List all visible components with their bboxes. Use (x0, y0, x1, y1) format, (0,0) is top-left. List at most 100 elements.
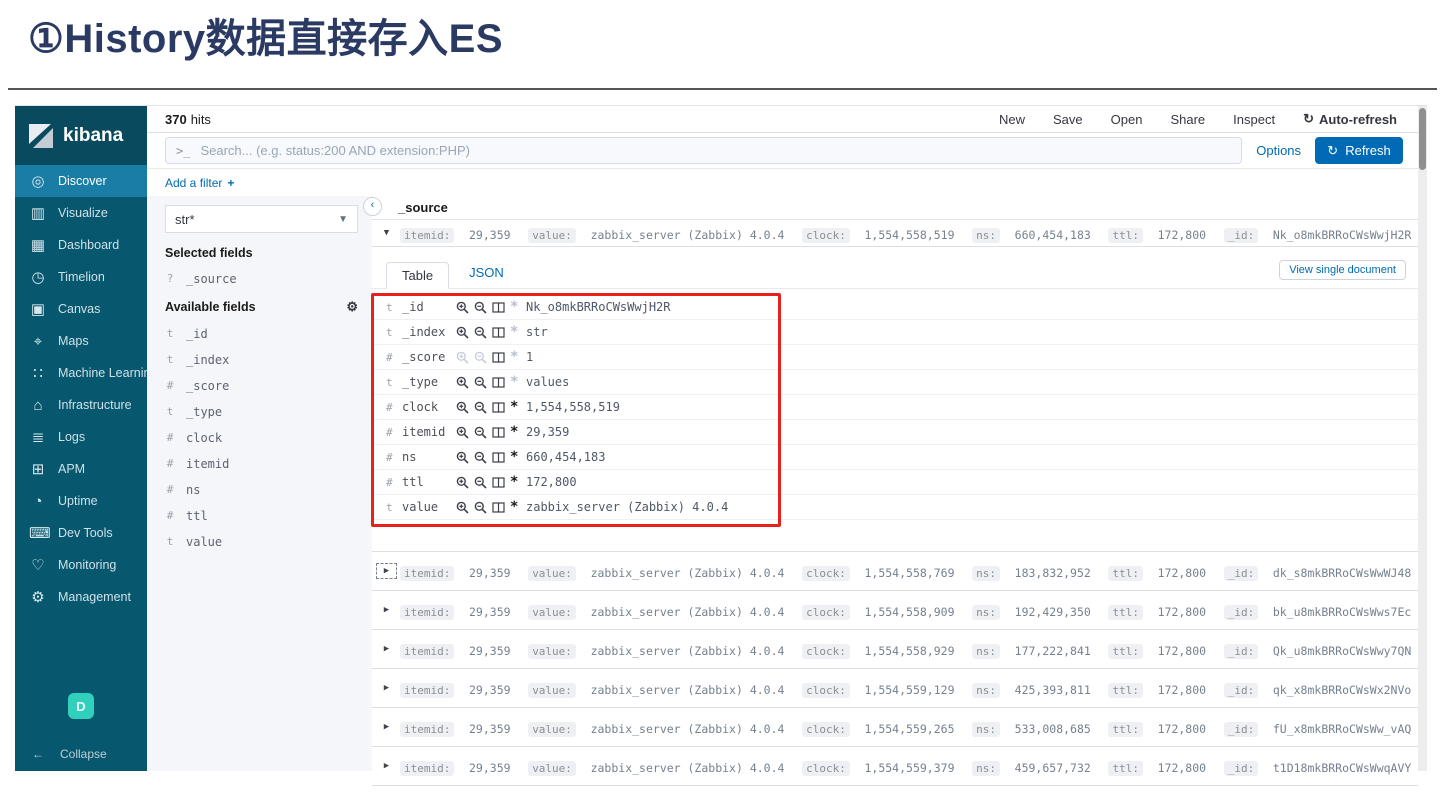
detail-field-name: ns (402, 450, 417, 464)
filter-exists-icon[interactable]: * (510, 475, 518, 489)
filter-for-value-icon[interactable] (456, 426, 469, 439)
index-pattern-select[interactable]: str* ▼ (165, 205, 358, 233)
sidebar-item-management[interactable]: ⚙ Management (15, 581, 147, 613)
toggle-column-icon[interactable] (492, 476, 505, 489)
filter-exists-icon[interactable]: * (510, 325, 518, 339)
dashboard-icon: ▦ (30, 236, 46, 254)
search-input[interactable]: >_ Search... (e.g. status:200 AND extens… (165, 137, 1243, 164)
sidebar-item-discover[interactable]: ◎ Discover (15, 165, 147, 197)
dev-tools-icon: ⌨ (29, 524, 51, 542)
sidebar-item-logs[interactable]: ≣ Logs (15, 421, 147, 453)
filter-out-value-icon[interactable] (474, 401, 487, 414)
toggle-column-icon[interactable] (492, 376, 505, 389)
expand-doc-icon[interactable]: ▶ (379, 722, 394, 732)
filter-for-value-icon[interactable] (456, 351, 469, 364)
field-ns[interactable]: # ns (165, 483, 358, 497)
sidebar-item-dev-tools[interactable]: ⌨ Dev Tools (15, 517, 147, 549)
doc-rows-list: ▶ itemid: 29,359 value: zabbix_server (Z… (372, 551, 1418, 786)
filter-exists-icon[interactable]: * (510, 350, 518, 364)
field-source[interactable]: ? _source (165, 272, 358, 286)
tab-json[interactable]: JSON (469, 265, 504, 288)
toggle-column-icon[interactable] (492, 301, 505, 314)
sidebar-item-canvas[interactable]: ▣ Canvas (15, 293, 147, 325)
sidebar-item-monitoring[interactable]: ♡ Monitoring (15, 549, 147, 581)
inspect-button[interactable]: Inspect (1233, 112, 1275, 127)
field-settings-gear-icon[interactable]: ⚙ (346, 299, 358, 315)
options-link[interactable]: Options (1256, 143, 1301, 158)
tab-table[interactable]: Table (386, 262, 450, 289)
filter-for-value-icon[interactable] (456, 326, 469, 339)
available-fields-list: t _id t _index # _score t _type # clock … (165, 327, 358, 549)
toggle-column-icon[interactable] (492, 351, 505, 364)
filter-for-value-icon[interactable] (456, 501, 469, 514)
filter-for-value-icon[interactable] (456, 476, 469, 489)
filter-for-value-icon[interactable] (456, 401, 469, 414)
expand-doc-icon[interactable]: ▶ (379, 761, 394, 771)
filter-exists-icon[interactable]: * (510, 425, 518, 439)
field-value-pair: value: zabbix_server (Zabbix) 4.0.4 (528, 640, 794, 659)
expand-doc-icon[interactable]: ▶ (376, 563, 397, 579)
expand-doc-icon[interactable]: ▶ (379, 605, 394, 615)
sidebar-item-uptime[interactable]: ◔ Uptime (15, 485, 147, 517)
field-value[interactable]: t value (165, 535, 358, 549)
open-button[interactable]: Open (1111, 112, 1143, 127)
filter-out-value-icon[interactable] (474, 501, 487, 514)
toggle-column-icon[interactable] (492, 401, 505, 414)
refresh-button[interactable]: ↻ Refresh (1315, 137, 1403, 164)
index-pattern-value: str* (175, 211, 195, 227)
new-button[interactable]: New (999, 112, 1025, 127)
page-title: ①History数据直接存入ES (28, 17, 504, 61)
filter-out-value-icon[interactable] (474, 376, 487, 389)
filter-for-value-icon[interactable] (456, 301, 469, 314)
sidebar-item-timelion[interactable]: ◷ Timelion (15, 261, 147, 293)
field-label-pill: itemid: (400, 604, 455, 620)
field-score[interactable]: # _score (165, 379, 358, 393)
vertical-scrollbar[interactable] (1418, 106, 1427, 771)
filter-out-value-icon[interactable] (474, 326, 487, 339)
sidebar-item-dashboard[interactable]: ▦ Dashboard (15, 229, 147, 261)
filter-exists-icon[interactable]: * (510, 300, 518, 314)
field-type-icon: t (386, 500, 393, 514)
expand-doc-icon[interactable]: ▶ (379, 683, 394, 693)
filter-out-value-icon[interactable] (474, 301, 487, 314)
field-clock[interactable]: # clock (165, 431, 358, 445)
scrollbar-thumb[interactable] (1419, 108, 1426, 170)
toggle-column-icon[interactable] (492, 426, 505, 439)
toggle-column-icon[interactable] (492, 326, 505, 339)
sidebar-item-machine-learning[interactable]: ∷ Machine Learning (15, 357, 157, 389)
sidebar-item-visualize[interactable]: ▥ Visualize (15, 197, 147, 229)
filter-for-value-icon[interactable] (456, 376, 469, 389)
space-badge[interactable]: D (68, 693, 94, 719)
field-value-pair: itemid: 29,359 (400, 224, 520, 243)
expand-doc-icon[interactable]: ▶ (379, 644, 394, 654)
save-button[interactable]: Save (1053, 112, 1083, 127)
toggle-column-icon[interactable] (492, 501, 505, 514)
map-pin-icon: ⌖ (33, 332, 43, 350)
filter-exists-icon[interactable]: * (510, 450, 518, 464)
filter-exists-icon[interactable]: * (510, 500, 518, 514)
filter-out-value-icon[interactable] (474, 351, 487, 364)
view-single-document-button[interactable]: View single document (1279, 260, 1406, 280)
sidebar-item-maps[interactable]: ⌖ Maps (15, 325, 147, 357)
sidebar-collapse-button[interactable]: ← Collapse (15, 747, 164, 761)
filter-out-value-icon[interactable] (474, 476, 487, 489)
field-id[interactable]: t _id (165, 327, 358, 341)
field-itemid[interactable]: # itemid (165, 457, 358, 471)
field-ttl[interactable]: # ttl (165, 509, 358, 523)
sidebar-item-apm[interactable]: ⊞ APM (15, 453, 147, 485)
filter-out-value-icon[interactable] (474, 426, 487, 439)
plus-icon[interactable]: + (227, 176, 234, 190)
filter-for-value-icon[interactable] (456, 451, 469, 464)
toggle-column-icon[interactable] (492, 451, 505, 464)
collapse-fields-panel-icon[interactable]: ‹ (363, 197, 382, 216)
sidebar-item-infrastructure[interactable]: ⌂ Infrastructure (15, 389, 147, 421)
field-index[interactable]: t _index (165, 353, 358, 367)
filter-out-value-icon[interactable] (474, 451, 487, 464)
filter-exists-icon[interactable]: * (510, 400, 518, 414)
share-button[interactable]: Share (1170, 112, 1205, 127)
auto-refresh-button[interactable]: ↻ Auto-refresh (1303, 111, 1397, 127)
filter-exists-icon[interactable]: * (510, 375, 518, 389)
field-type[interactable]: t _type (165, 405, 358, 419)
add-filter-button[interactable]: Add a filter (165, 176, 222, 190)
expand-doc-icon[interactable]: ▼ (379, 228, 394, 238)
